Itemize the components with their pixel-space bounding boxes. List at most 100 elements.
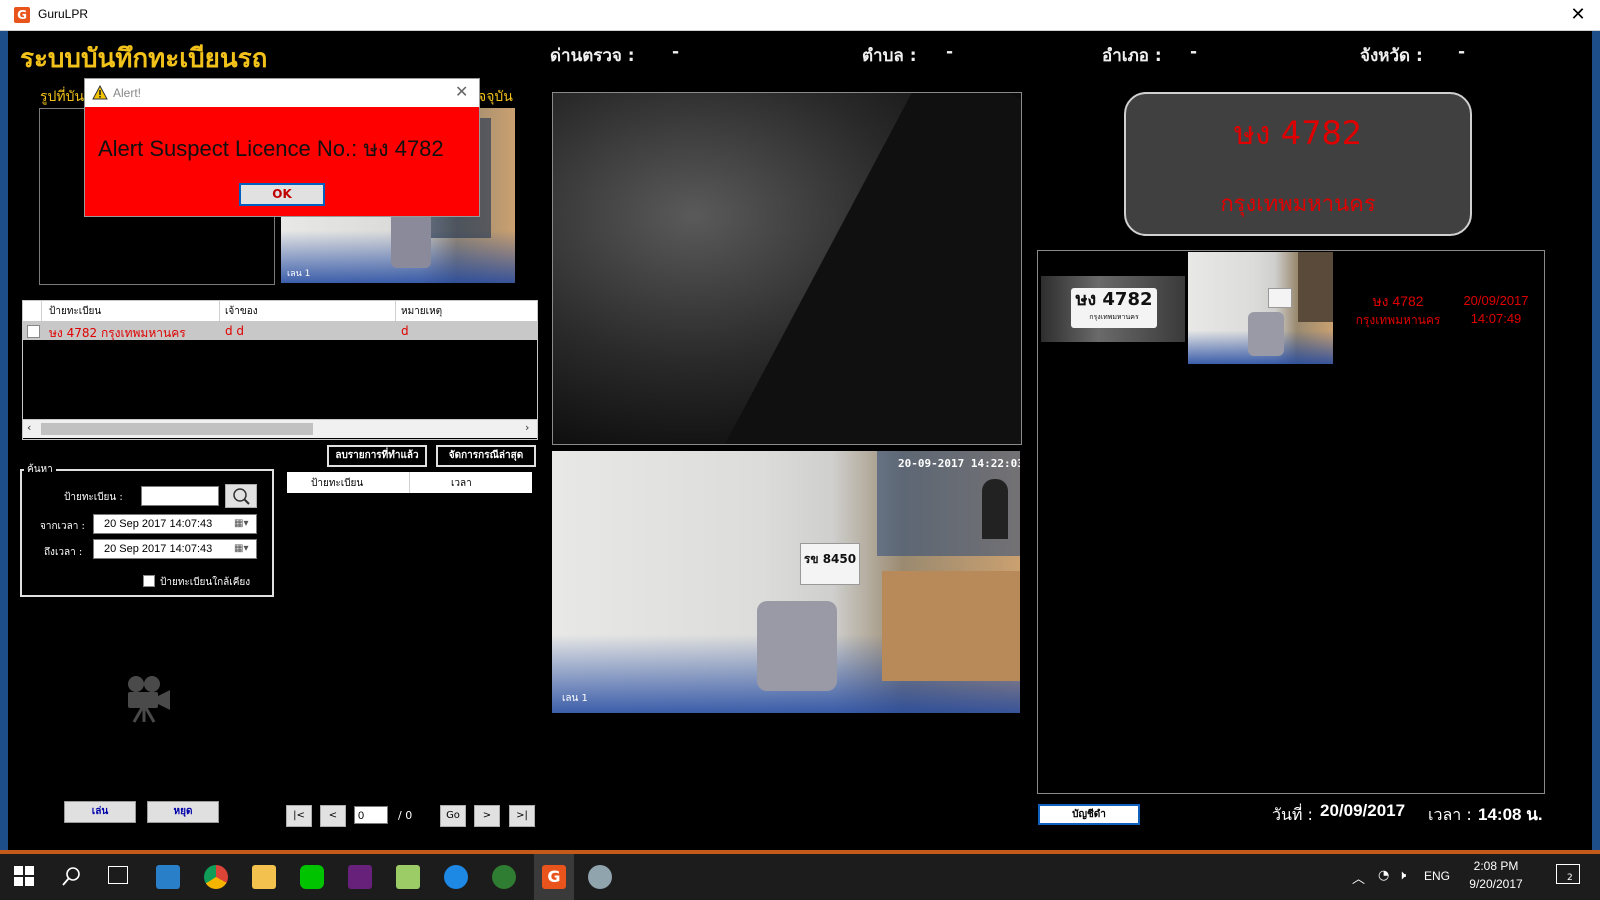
nearby-plate-checkbox[interactable] bbox=[143, 575, 155, 587]
manage-latest-button[interactable]: จัดการกรณีล่าสุด bbox=[436, 445, 536, 467]
saved-photo-label: รูปที่บัน bbox=[40, 89, 85, 105]
system-title: ระบบบันทึกทะเบียนรถ bbox=[20, 44, 268, 74]
windows-icon[interactable] bbox=[14, 866, 34, 890]
to-time-label: ถึงเวลา : bbox=[44, 547, 83, 558]
alert-ok-button[interactable]: OK bbox=[239, 183, 325, 206]
camera-feed-top bbox=[552, 92, 1022, 445]
table-row[interactable]: ษง 4782 กรุงเทพมหานคร d d d bbox=[23, 322, 537, 340]
next-page-button[interactable]: > bbox=[474, 805, 500, 827]
last-page-button[interactable]: >| bbox=[509, 805, 535, 827]
calendar-dropdown-icon[interactable]: ▦▾ bbox=[234, 540, 248, 558]
line-icon[interactable] bbox=[300, 865, 324, 889]
prev-page-button[interactable]: < bbox=[320, 805, 346, 827]
clock-time[interactable]: 2:08 PM bbox=[1456, 859, 1536, 873]
chrome-icon[interactable] bbox=[204, 865, 228, 889]
blacklist-button[interactable]: บัญชีดำ bbox=[1038, 804, 1140, 825]
taskbar: G ︿ ◔ 🕨 ENG 2:08 PM 9/20/2017 2 bbox=[0, 854, 1600, 900]
alert-title: Alert! bbox=[113, 86, 142, 100]
paint-icon[interactable] bbox=[588, 865, 612, 889]
grid-col-plate[interactable]: ป้ายทะเบียน bbox=[49, 304, 101, 319]
play-button[interactable]: เล่น bbox=[64, 801, 136, 823]
notification-count: 2 bbox=[1567, 873, 1573, 883]
visual-studio-icon[interactable] bbox=[348, 865, 372, 889]
detected-plate-image[interactable]: ษง 4782 กรุงเทพมหานคร bbox=[1041, 276, 1185, 342]
nearby-plate-label: ป้ายทะเบียนใกล้เคียง bbox=[160, 577, 251, 588]
page-number-input[interactable]: 0 bbox=[354, 806, 388, 824]
volume-muted-icon[interactable]: 🕨 bbox=[1398, 868, 1406, 883]
task-view-icon[interactable] bbox=[108, 866, 128, 884]
alert-close-button[interactable]: ✕ bbox=[455, 82, 468, 101]
footer-date-label: วันที่ : bbox=[1272, 805, 1313, 824]
grid-col-note[interactable]: หมายเหตุ bbox=[401, 304, 442, 319]
from-datetime-picker[interactable]: 20 Sep 2017 14:07:43 ▦▾ bbox=[93, 514, 257, 534]
stop-button[interactable]: หยุด bbox=[147, 801, 219, 823]
desktop-edge-left bbox=[0, 31, 8, 850]
detection-plate: ษง 4782 bbox=[1372, 293, 1424, 309]
chevron-up-icon[interactable]: ︿ bbox=[1352, 868, 1365, 887]
suspect-list-grid[interactable]: ป้ายทะเบียน เจ้าของ หมายเหตุ ษง 4782 กรุ… bbox=[22, 300, 538, 440]
current-photo-label: จจุบัน bbox=[478, 89, 513, 105]
gurulpr-taskbar-button[interactable]: G bbox=[534, 854, 574, 900]
camera-timestamp: 20-09-2017 14:22:03 bbox=[898, 457, 1020, 470]
camera-sign-text: รข 8450 bbox=[803, 552, 857, 566]
row-checkbox[interactable] bbox=[27, 325, 40, 338]
notification-center-icon[interactable]: 2 bbox=[1556, 864, 1580, 884]
input-language[interactable]: ENG bbox=[1424, 869, 1450, 883]
search-button[interactable] bbox=[225, 484, 257, 508]
store-icon[interactable] bbox=[156, 865, 180, 889]
notepad-icon[interactable] bbox=[396, 865, 420, 889]
window-title: GuruLPR bbox=[38, 7, 89, 21]
to-datetime-value: 20 Sep 2017 14:07:43 bbox=[104, 543, 213, 555]
province-value: - bbox=[1458, 42, 1466, 62]
detection-time: 14:07:49 bbox=[1470, 311, 1522, 326]
camera-person bbox=[982, 479, 1008, 539]
results-col-plate[interactable]: ป้ายทะเบียน bbox=[311, 476, 363, 491]
results-table-header: ป้ายทะเบียน เวลา bbox=[287, 472, 532, 493]
row-note: d bbox=[401, 324, 409, 338]
to-datetime-picker[interactable]: 20 Sep 2017 14:07:43 ▦▾ bbox=[93, 539, 257, 559]
checkpoint-label: ด่านตรวจ : bbox=[550, 46, 635, 66]
video-camera-icon bbox=[122, 672, 174, 728]
scroll-left-icon[interactable]: ‹ bbox=[27, 421, 31, 434]
window-close-button[interactable]: ✕ bbox=[1566, 3, 1590, 27]
from-time-label: จากเวลา : bbox=[40, 521, 85, 532]
maps-icon[interactable] bbox=[444, 865, 468, 889]
detection-list-panel[interactable]: ษง 4782 กรุงเทพมหานคร ษง 4782 กรุงเทพมหา… bbox=[1037, 250, 1545, 794]
search-icon bbox=[233, 488, 250, 505]
camera-door-lock bbox=[757, 601, 837, 691]
go-button[interactable]: Go bbox=[440, 805, 466, 827]
desktop-edge-right bbox=[1592, 31, 1600, 850]
detected-scene-image[interactable] bbox=[1188, 252, 1333, 364]
delete-processed-button[interactable]: ลบรายการที่ทำแล้ว bbox=[327, 445, 427, 467]
results-col-time[interactable]: เวลา bbox=[451, 476, 472, 491]
district-label: อำเภอ : bbox=[1102, 46, 1162, 66]
scrollbar-thumb[interactable] bbox=[41, 423, 313, 435]
wifi-icon[interactable]: ◔ bbox=[1378, 868, 1389, 883]
plate-crop: ษง 4782 กรุงเทพมหานคร bbox=[1071, 288, 1157, 328]
first-page-button[interactable]: |< bbox=[286, 805, 312, 827]
grid-horizontal-scrollbar[interactable]: ‹ › bbox=[23, 419, 537, 438]
row-owner: d d bbox=[225, 324, 245, 338]
checkpoint-value: - bbox=[672, 42, 680, 62]
scroll-right-icon[interactable]: › bbox=[525, 421, 529, 434]
gurulpr-icon: G bbox=[542, 865, 566, 889]
file-explorer-icon[interactable] bbox=[252, 865, 276, 889]
thumbnail-lane-caption: เลน 1 bbox=[287, 269, 311, 279]
province-label: จังหวัด : bbox=[1360, 46, 1423, 66]
grid-col-owner[interactable]: เจ้าของ bbox=[225, 304, 258, 319]
clock-date[interactable]: 9/20/2017 bbox=[1456, 877, 1536, 891]
search-plate-label: ป้ายทะเบียน : bbox=[64, 492, 123, 503]
plate-display-province: กรุงเทพมหานคร bbox=[1220, 192, 1376, 217]
search-icon[interactable] bbox=[60, 864, 84, 892]
plate-crop-province: กรุงเทพมหานคร bbox=[1089, 313, 1139, 321]
footer-time-value: 14:08 น. bbox=[1478, 805, 1543, 824]
plate-display-box: ษง 4782 กรุงเทพมหานคร bbox=[1124, 92, 1472, 236]
calendar-dropdown-icon[interactable]: ▦▾ bbox=[234, 515, 248, 533]
alert-titlebar: Alert! ✕ bbox=[85, 79, 479, 107]
camera-sign: รข 8450 bbox=[800, 543, 860, 585]
page-total: / 0 bbox=[398, 809, 413, 822]
subdistrict-label: ตำบล : bbox=[862, 46, 917, 66]
search-plate-input[interactable] bbox=[141, 486, 219, 506]
camera-feed-bottom: รข 8450 20-09-2017 14:22:03 เลน 1 bbox=[552, 451, 1020, 713]
hs-icon[interactable] bbox=[492, 865, 516, 889]
